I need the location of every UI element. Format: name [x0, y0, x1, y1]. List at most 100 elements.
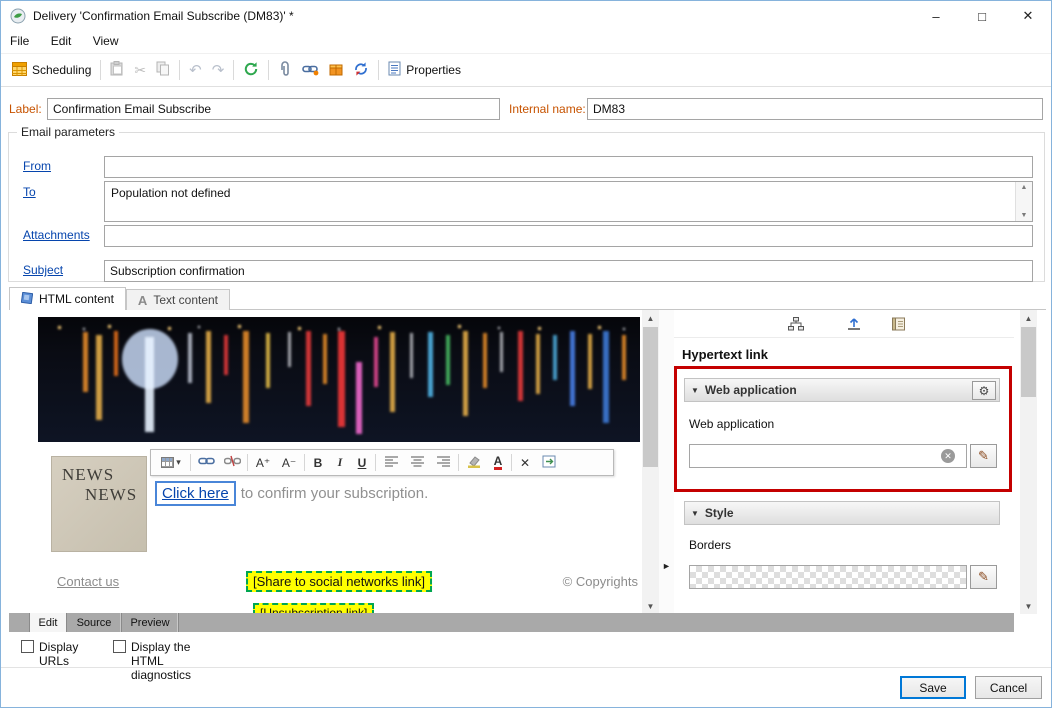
cancel-button[interactable]: Cancel — [975, 676, 1042, 699]
paste-button[interactable] — [105, 57, 129, 83]
scrollbar-thumb[interactable] — [643, 327, 658, 467]
undo-icon: ↶ — [189, 62, 202, 79]
font-increase-button[interactable]: A⁺ — [250, 452, 276, 473]
insert-block-button[interactable] — [536, 452, 562, 473]
package-button[interactable] — [324, 57, 348, 83]
panel-scrollbar[interactable]: ▲ ▼ — [1020, 310, 1037, 614]
preview-scrollbar[interactable]: ▲ ▼ — [642, 310, 659, 614]
scrollbar-thumb[interactable] — [1021, 327, 1036, 397]
display-diagnostics-checkbox[interactable] — [113, 640, 126, 653]
web-application-input[interactable] — [689, 444, 967, 468]
sitemap-icon[interactable] — [783, 314, 809, 334]
pane-splitter[interactable]: ► — [659, 310, 674, 614]
click-here-link[interactable]: Click here — [162, 485, 229, 502]
tab-preview[interactable]: Preview — [122, 613, 179, 632]
borders-value-field[interactable] — [689, 565, 967, 589]
menu-edit[interactable]: Edit — [42, 31, 81, 53]
web-application-field-row: ✕ ✎ — [689, 444, 1000, 469]
clear-field-icon[interactable]: ✕ — [941, 449, 955, 463]
properties-button[interactable]: Properties — [383, 57, 466, 83]
edit-borders-button[interactable]: ✎ — [970, 565, 997, 589]
menu-file[interactable]: File — [1, 31, 38, 53]
subject-link[interactable]: Subject — [23, 263, 63, 277]
display-urls-checkbox[interactable] — [21, 640, 34, 653]
share-social-link[interactable]: [Share to social networks link] — [246, 571, 432, 592]
insert-link-button[interactable] — [297, 57, 324, 83]
font-color-button[interactable]: A — [487, 452, 509, 473]
cut-button[interactable]: ✂ — [129, 57, 151, 83]
gear-icon: ⚙ — [978, 383, 990, 398]
save-button[interactable]: Save — [900, 676, 966, 699]
edit-web-application-button[interactable]: ✎ — [970, 444, 997, 468]
web-application-section-header[interactable]: ▼ Web application ⚙ — [684, 378, 1000, 402]
link-icon — [197, 455, 215, 470]
redo-button[interactable]: ↷ — [207, 57, 230, 83]
scroll-up-icon[interactable]: ▲ — [1020, 310, 1037, 326]
toolbar-separator — [268, 60, 270, 80]
maximize-button[interactable]: □ — [959, 1, 1005, 31]
internal-name-input[interactable] — [587, 98, 1043, 120]
style-section-header[interactable]: ▼ Style — [684, 501, 1000, 525]
tab-edit[interactable]: Edit — [29, 613, 67, 632]
cut-icon: ✂ — [134, 61, 147, 78]
insert-block-icon — [542, 455, 556, 471]
email-hero-image — [38, 317, 640, 442]
email-parameters-group: Email parameters From To Population not … — [8, 125, 1045, 282]
italic-icon: I — [337, 455, 343, 469]
remove-format-button[interactable]: ✕ — [514, 452, 536, 473]
table-menu-button[interactable]: ▾ — [154, 452, 188, 473]
calendar-icon — [12, 61, 27, 79]
insert-link-button[interactable] — [193, 452, 219, 473]
email-parameters-legend: Email parameters — [21, 125, 116, 139]
display-diagnostics-label: Display the HTML diagnostics — [131, 640, 192, 682]
tab-text-content[interactable]: A Text content — [125, 289, 231, 310]
underline-button[interactable]: U — [351, 452, 373, 473]
to-link[interactable]: To — [23, 185, 36, 199]
refresh-button[interactable] — [238, 57, 264, 83]
scheduling-button[interactable]: Scheduling — [7, 57, 96, 83]
format-separator — [375, 454, 376, 471]
logo-text-bottom: NEWS — [85, 485, 138, 504]
font-decrease-icon: A⁻ — [281, 455, 297, 470]
sync-button[interactable] — [348, 57, 374, 83]
to-field[interactable]: Population not defined ▲ ▼ — [104, 181, 1033, 222]
web-application-settings-button[interactable]: ⚙ — [972, 381, 996, 400]
bold-button[interactable]: B — [307, 452, 329, 473]
align-center-button[interactable] — [404, 452, 430, 473]
font-decrease-button[interactable]: A⁻ — [276, 452, 302, 473]
minimize-button[interactable]: – — [913, 1, 959, 31]
background-color-button[interactable] — [461, 452, 487, 473]
editor-mode-bar: Edit Source Preview — [9, 613, 1014, 632]
scroll-up-icon[interactable]: ▲ — [1021, 184, 1028, 191]
attachment-button[interactable] — [273, 57, 297, 83]
book-icon[interactable] — [885, 314, 911, 334]
panel-toolbar — [674, 310, 1014, 338]
tab-source[interactable]: Source — [67, 613, 122, 632]
from-input[interactable] — [104, 156, 1033, 178]
format-separator — [304, 454, 305, 471]
close-button[interactable]: ✕ — [1005, 1, 1051, 31]
scroll-down-icon[interactable]: ▼ — [642, 598, 659, 614]
import-icon[interactable] — [841, 314, 867, 334]
tab-html-content[interactable]: HTML content — [9, 287, 126, 310]
unlink-button[interactable] — [219, 452, 245, 473]
subject-input[interactable] — [104, 260, 1033, 282]
menu-view[interactable]: View — [84, 31, 128, 53]
undo-button[interactable]: ↶ — [184, 57, 207, 83]
selected-link-box[interactable]: Click here — [155, 481, 236, 506]
expand-panel-button[interactable]: ► — [661, 555, 672, 577]
attachments-link[interactable]: Attachments — [23, 228, 90, 242]
contact-us-link[interactable]: Contact us — [57, 574, 119, 589]
align-right-button[interactable] — [430, 452, 456, 473]
copy-button[interactable] — [151, 57, 175, 83]
scroll-up-icon[interactable]: ▲ — [642, 310, 659, 326]
to-scrollbar[interactable]: ▲ ▼ — [1015, 182, 1032, 221]
attachments-input[interactable] — [104, 225, 1033, 247]
italic-button[interactable]: I — [329, 452, 351, 473]
label-input[interactable] — [47, 98, 500, 120]
align-left-button[interactable] — [378, 452, 404, 473]
from-link[interactable]: From — [23, 159, 51, 173]
scroll-down-icon[interactable]: ▼ — [1020, 598, 1037, 614]
email-preview-pane[interactable]: NEWS NEWS ▾ A⁺ A⁻ B I U A ✕ Click here t… — [9, 310, 642, 614]
scroll-down-icon[interactable]: ▼ — [1021, 212, 1028, 219]
